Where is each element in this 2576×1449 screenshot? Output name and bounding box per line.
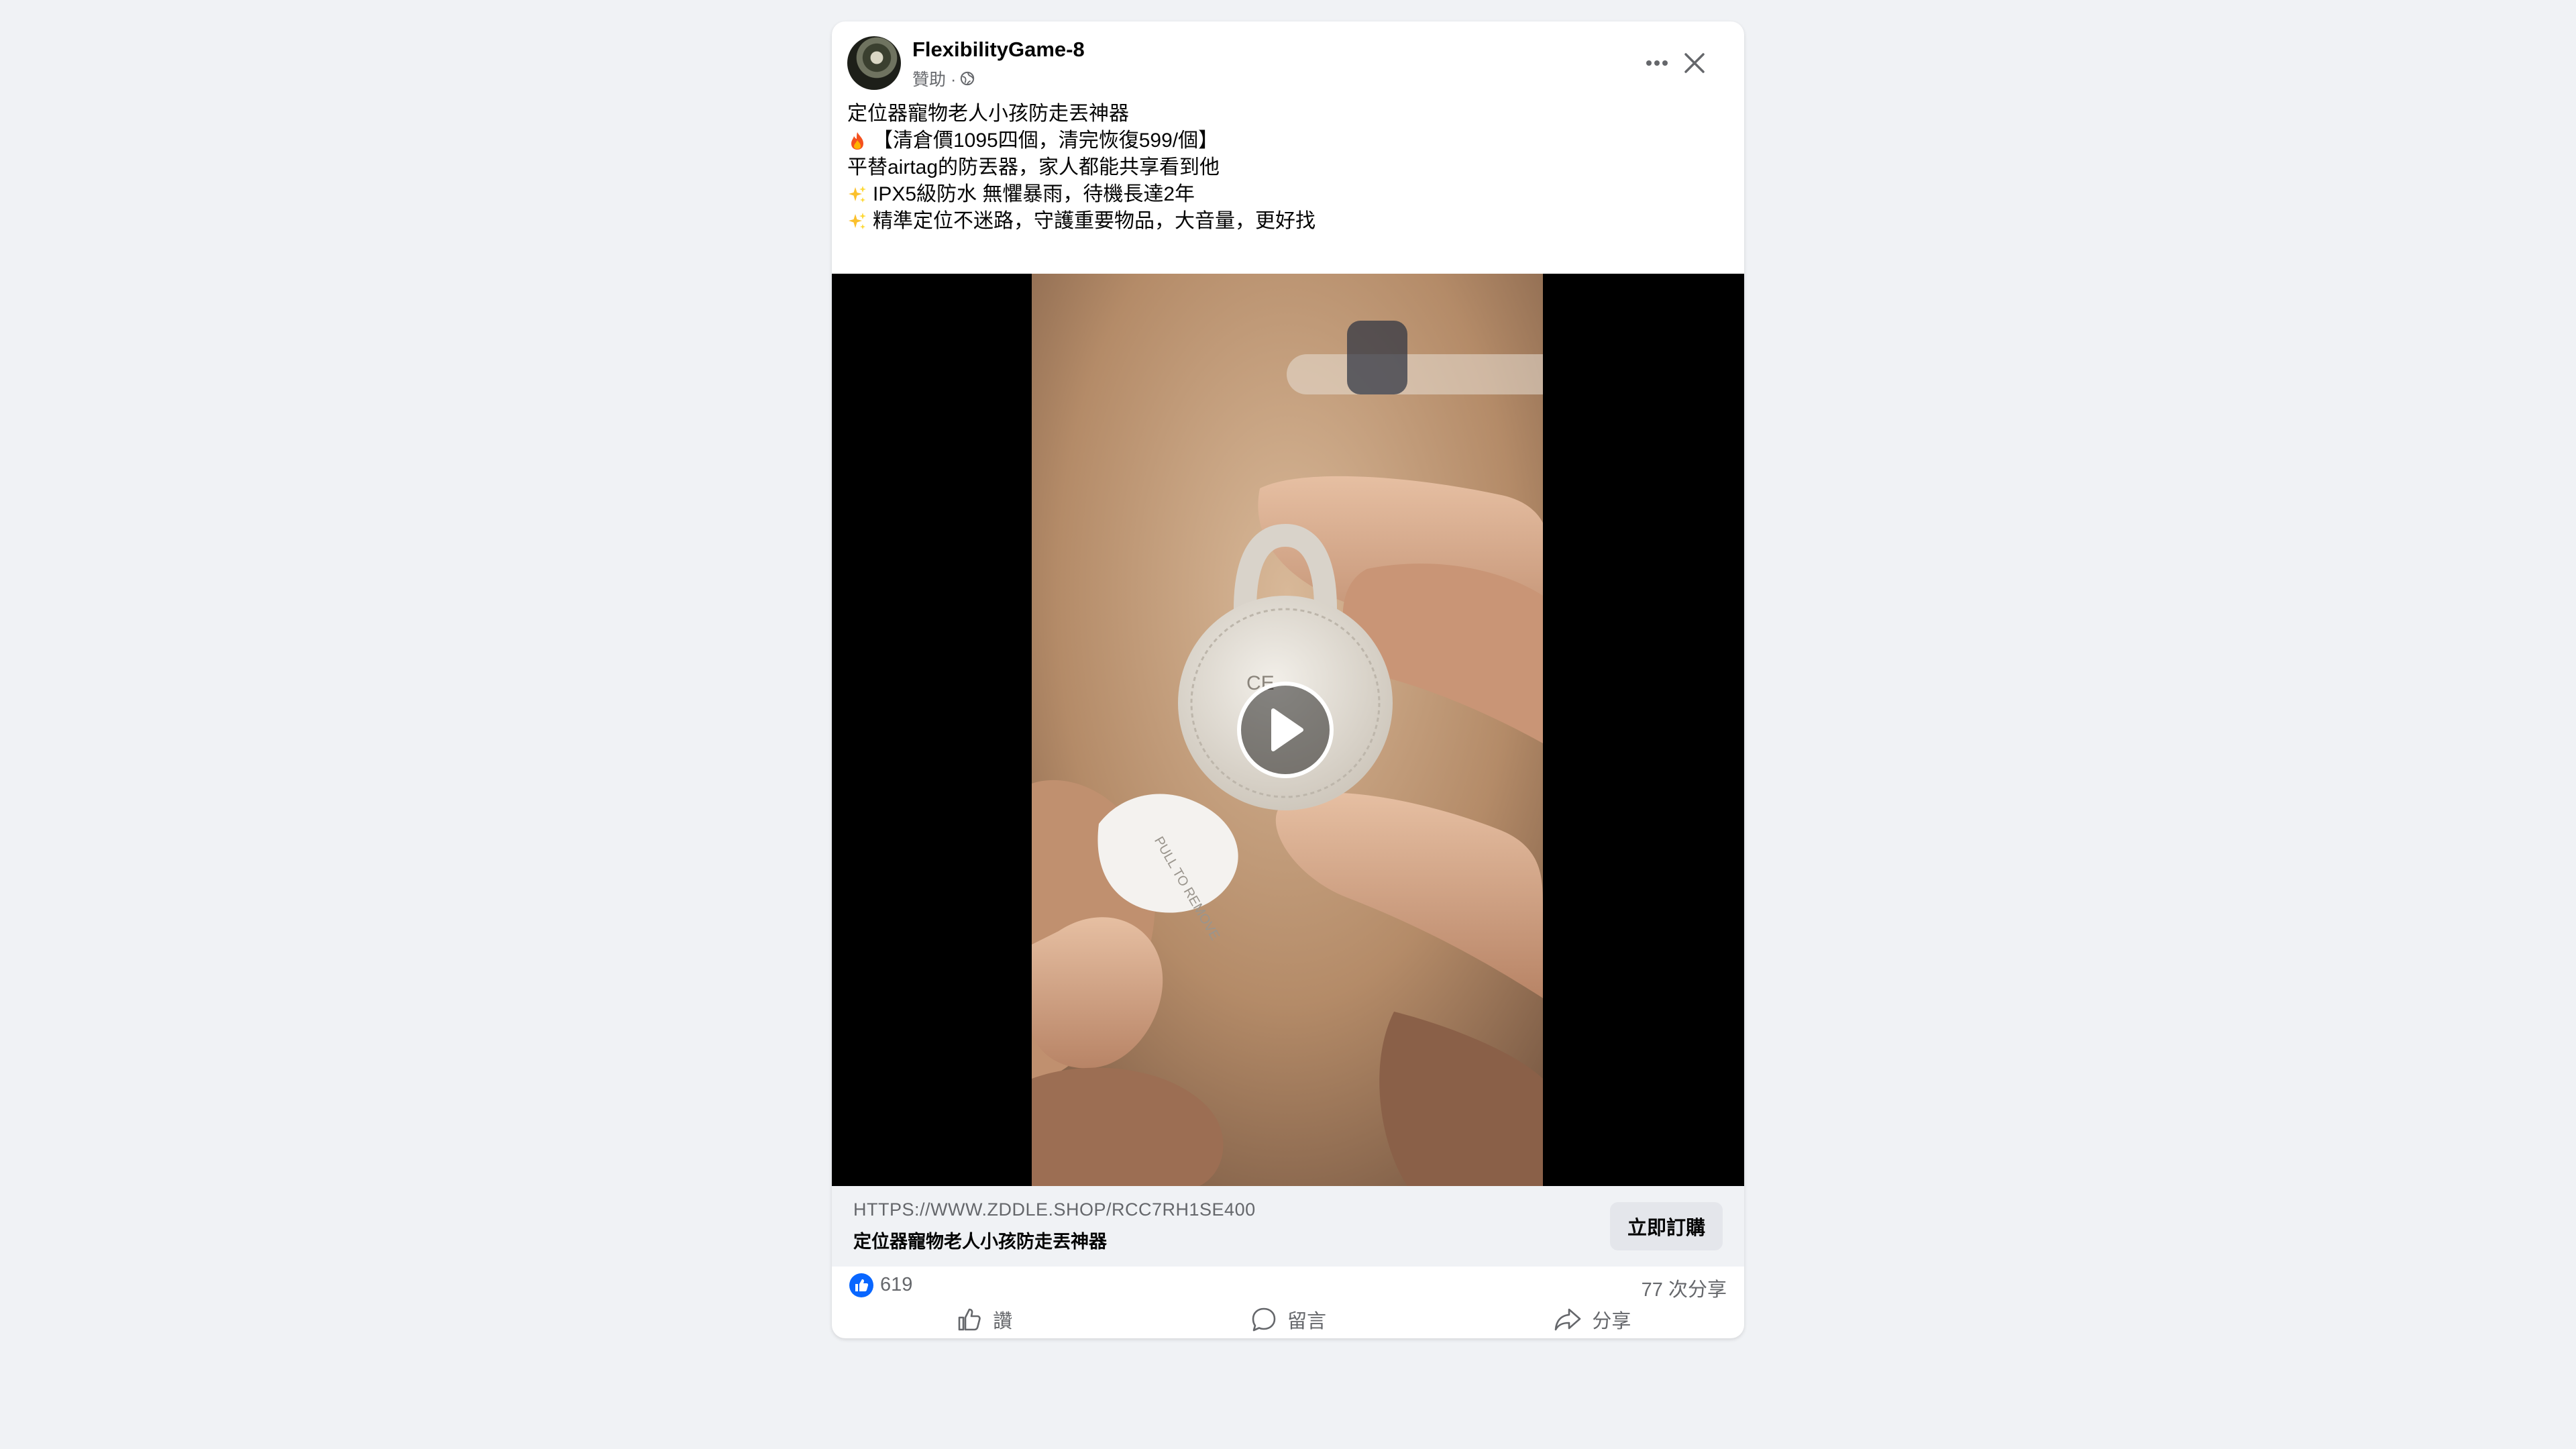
caption-line: 平替airtag的防丟器，家人都能共享看到他 xyxy=(847,156,1220,178)
caption-text: IPX5級防水 無懼暴雨，待機長達2年 xyxy=(873,183,1195,205)
author-name[interactable]: FlexibilityGame-8 xyxy=(912,38,1085,62)
play-icon xyxy=(1271,708,1303,751)
link-preview[interactable]: HTTPS://WWW.ZDDLE.SHOP/RCC7RH1SE400 定位器寵… xyxy=(832,1186,1744,1267)
sparkles-emoji-icon xyxy=(849,213,866,229)
close-icon[interactable] xyxy=(1674,43,1715,83)
comment-label: 留言 xyxy=(1287,1310,1326,1332)
caption-text: 【清倉價1095四個，清完恢復599/個】 xyxy=(873,129,1219,152)
author-avatar[interactable] xyxy=(847,36,901,90)
order-now-button[interactable]: 立即訂購 xyxy=(1610,1202,1723,1250)
caption-line: IPX5級防水 無懼暴雨，待機長達2年 xyxy=(847,181,1719,208)
share-arrow-icon xyxy=(1555,1308,1581,1330)
globe-icon xyxy=(960,71,975,86)
share-count[interactable]: 77 次分享 xyxy=(1642,1274,1727,1302)
caption-line: 精準定位不迷路，守護重要物品，大音量，更好找 xyxy=(847,208,1719,235)
caption-line: 定位器寵物老人小孩防走丟神器 xyxy=(847,103,1129,125)
fire-emoji-icon xyxy=(851,132,863,150)
post-meta: 贊助 · xyxy=(912,66,975,91)
like-reaction-icon[interactable] xyxy=(849,1273,873,1297)
link-url[interactable]: HTTPS://WWW.ZDDLE.SHOP/RCC7RH1SE400 xyxy=(853,1199,1256,1220)
share-button[interactable]: 分享 xyxy=(1440,1300,1744,1338)
reaction-summary: 619 77 次分享 xyxy=(832,1267,1744,1302)
sparkles-emoji-icon xyxy=(849,186,866,203)
post-caption: 定位器寵物老人小孩防走丟神器 【清倉價1095四個，清完恢復599/個】 平替a… xyxy=(847,101,1719,235)
like-button[interactable]: 讚 xyxy=(832,1300,1136,1338)
reaction-count[interactable]: 619 xyxy=(880,1274,912,1296)
post-actions: 讚 留言 分享 xyxy=(832,1300,1744,1338)
comment-button[interactable]: 留言 xyxy=(1136,1300,1440,1338)
thumbs-up-icon xyxy=(958,1308,981,1330)
more-options-icon[interactable] xyxy=(1637,43,1677,83)
share-label: 分享 xyxy=(1592,1310,1631,1332)
post-header: FlexibilityGame-8 贊助 · xyxy=(832,21,1744,102)
sponsored-post: FlexibilityGame-8 贊助 · 定位器寵物老人小孩防走丟神器 【清… xyxy=(832,21,1744,1338)
sponsored-label[interactable]: 贊助 · xyxy=(912,66,956,91)
comment-bubble-icon xyxy=(1252,1307,1276,1331)
video-player[interactable]: CE PULL TO REMOVE xyxy=(832,274,1744,1186)
play-button[interactable] xyxy=(1237,682,1334,778)
caption-text: 精準定位不迷路，守護重要物品，大音量，更好找 xyxy=(873,210,1316,232)
link-title[interactable]: 定位器寵物老人小孩防走丟神器 xyxy=(853,1227,1107,1253)
caption-line: 【清倉價1095四個，清完恢復599/個】 xyxy=(847,127,1719,154)
like-label: 讚 xyxy=(993,1310,1013,1332)
